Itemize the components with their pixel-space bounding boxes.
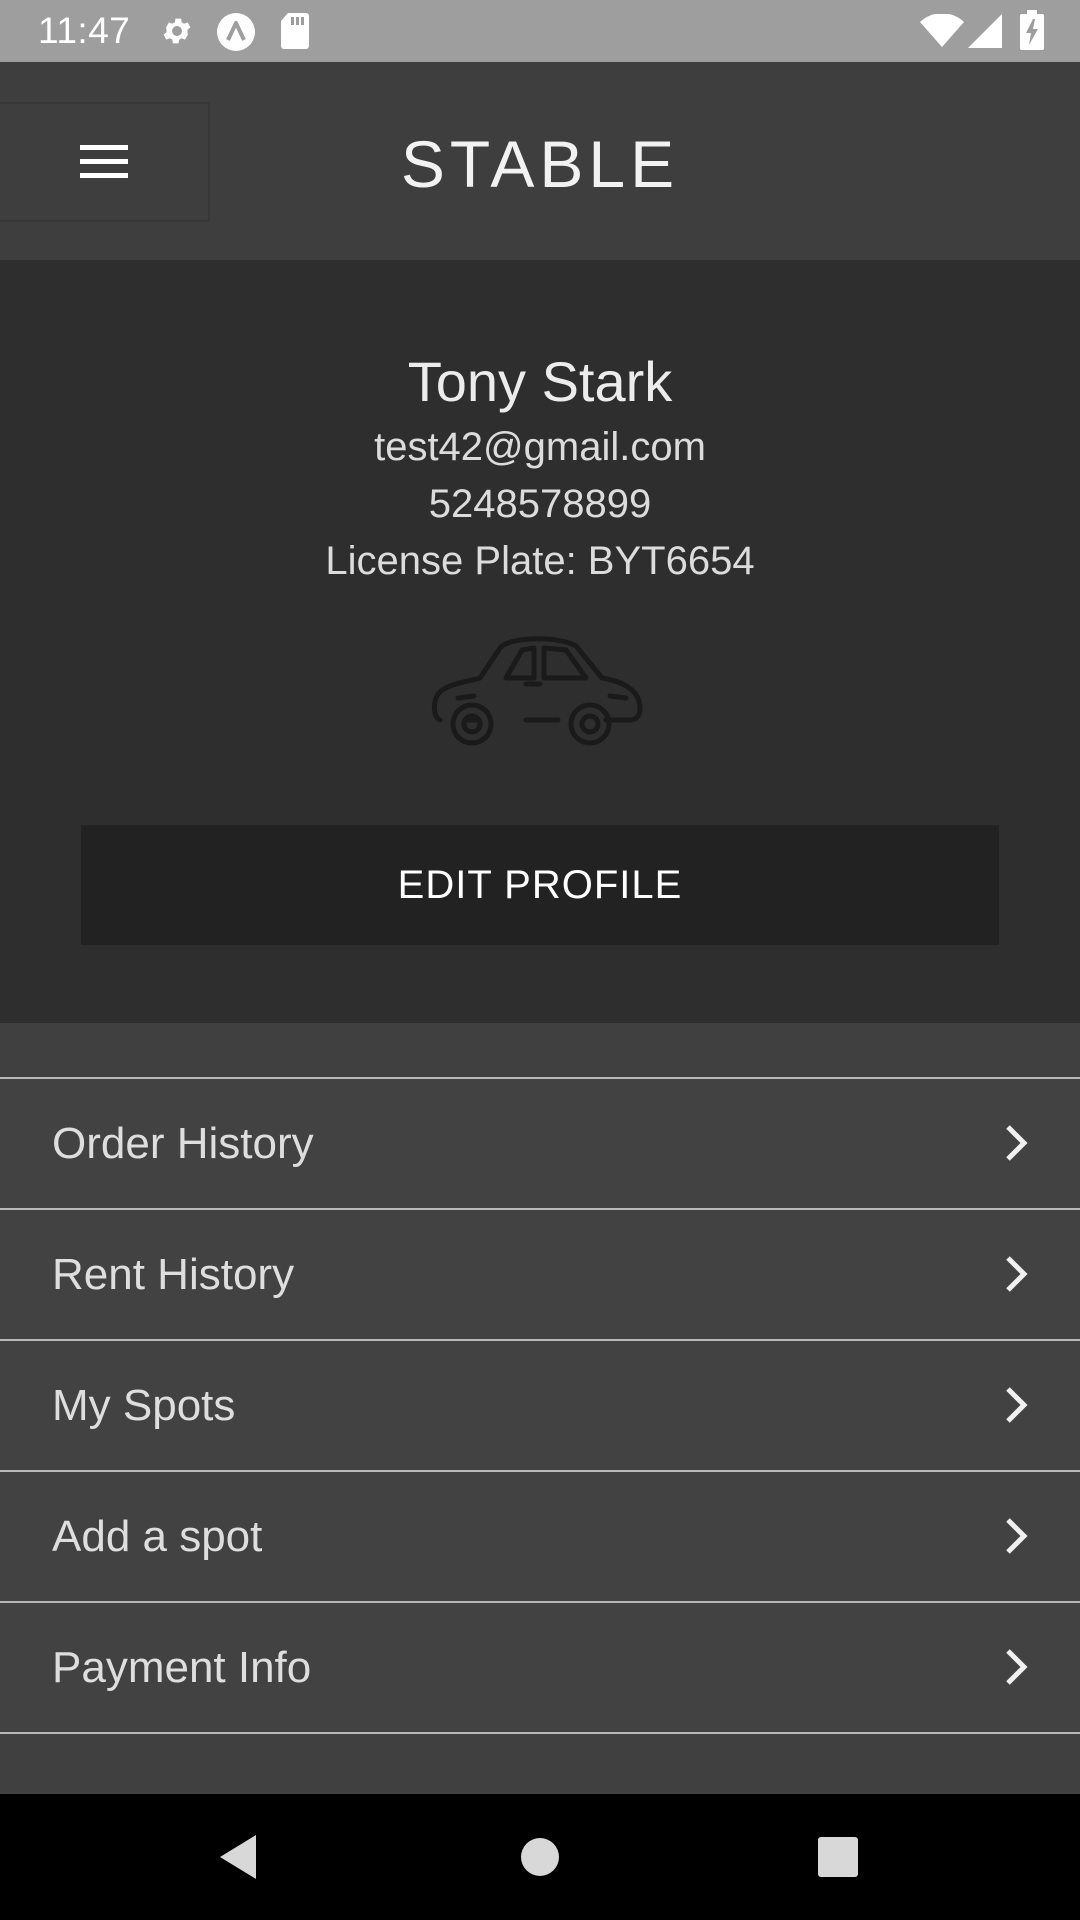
battery-charging-icon (1020, 10, 1044, 50)
profile-card: Tony Stark test42@gmail.com 5248578899 L… (0, 260, 1080, 1023)
back-icon (220, 1835, 256, 1879)
menu-item-label: Order History (52, 1119, 314, 1168)
edit-profile-button[interactable]: EDIT PROFILE (81, 825, 999, 945)
profile-license-plate: License Plate: BYT6654 (325, 539, 755, 583)
settings-icon (163, 18, 191, 44)
app-title: STABLE (400, 127, 680, 201)
app-header: STABLE (0, 62, 1080, 260)
menu-item-label: Add a spot (52, 1512, 263, 1561)
profile-email: test42@gmail.com (374, 425, 706, 469)
menu-item-payment-info[interactable]: Payment Info (0, 1603, 1080, 1734)
menu-item-label: My Spots (52, 1381, 236, 1430)
chevron-right-icon (1006, 1256, 1028, 1292)
menu-item-my-spots[interactable]: My Spots (0, 1341, 1080, 1472)
profile-name: Tony Stark (407, 350, 673, 413)
recents-icon (818, 1837, 858, 1877)
sd-card-icon (281, 13, 309, 49)
app-a-icon (217, 13, 255, 51)
chevron-right-icon (1006, 1387, 1028, 1423)
menu-item-add-a-spot[interactable]: Add a spot (0, 1472, 1080, 1603)
menu-item-label: Rent History (52, 1250, 295, 1299)
cellular-signal-icon (968, 14, 1002, 48)
home-button[interactable] (480, 1794, 600, 1920)
home-icon (521, 1838, 559, 1876)
wifi-icon (920, 14, 964, 47)
menu-item-order-history[interactable]: Order History (0, 1079, 1080, 1210)
system-nav-bar (0, 1794, 1080, 1920)
chevron-right-icon (1006, 1125, 1028, 1161)
profile-menu-list: Order History Rent History My Spots Add … (0, 1077, 1080, 1734)
menu-item-label: Payment Info (52, 1643, 312, 1692)
status-time: 11:47 (38, 10, 131, 51)
back-button[interactable] (178, 1794, 298, 1920)
profile-phone: 5248578899 (428, 482, 652, 526)
chevron-right-icon (1006, 1518, 1028, 1554)
status-bar: 11:47 (0, 0, 1080, 62)
car-icon (431, 636, 643, 746)
recents-button[interactable] (778, 1794, 898, 1920)
chevron-right-icon (1006, 1649, 1028, 1685)
menu-item-rent-history[interactable]: Rent History (0, 1210, 1080, 1341)
